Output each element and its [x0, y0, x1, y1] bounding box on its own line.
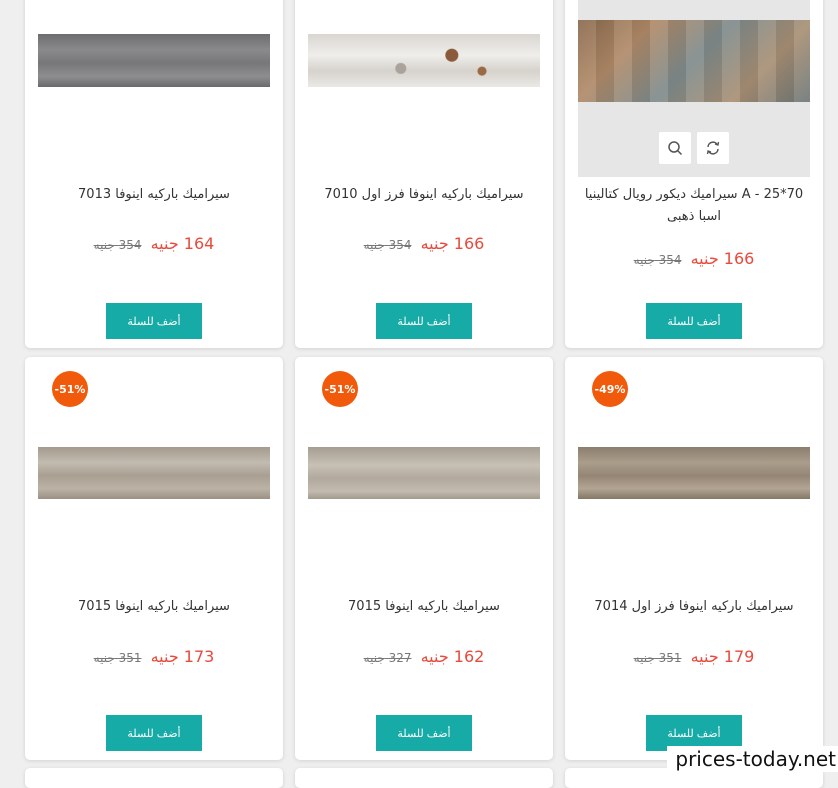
add-to-cart-button[interactable]: أضف للسلة: [106, 303, 202, 339]
product-card[interactable]: -51% 7015 سيراميك باركيه اينوفا 162 جنيه…: [295, 357, 553, 760]
product-price: 179 جنيه 351 جنيه: [565, 647, 823, 666]
product-title[interactable]: 7014 سيراميك باركيه اينوفا فرز اول: [573, 596, 815, 618]
product-image[interactable]: [38, 447, 270, 499]
product-image[interactable]: [578, 20, 810, 102]
product-price: 162 جنيه 327 جنيه: [295, 647, 553, 666]
discount-badge: -51%: [322, 371, 358, 407]
product-card[interactable]: 7010 سيراميك باركيه اينوفا فرز اول 166 ج…: [295, 0, 553, 348]
refresh-icon: [706, 141, 720, 155]
discount-badge: -51%: [52, 371, 88, 407]
product-image[interactable]: [578, 447, 810, 499]
product-title[interactable]: 7015 سيراميك باركيه اينوفا: [303, 596, 545, 618]
product-card[interactable]: -51% 7015 سيراميك باركيه اينوفا 173 جنيه…: [25, 357, 283, 760]
old-price: 351 جنيه: [633, 651, 682, 665]
product-card[interactable]: [25, 768, 283, 788]
product-image[interactable]: [38, 34, 270, 87]
old-price: 354 جنيه: [93, 238, 142, 252]
add-to-cart-button[interactable]: أضف للسلة: [376, 303, 472, 339]
product-price: 164 جنيه 354 جنيه: [25, 234, 283, 253]
current-price: 173 جنيه: [150, 647, 215, 666]
product-image[interactable]: [308, 34, 540, 87]
compare-button[interactable]: [697, 132, 729, 164]
add-to-cart-button[interactable]: أضف للسلة: [376, 715, 472, 751]
current-price: 166 جنيه: [690, 249, 755, 268]
product-image-frame: [578, 0, 810, 177]
product-card[interactable]: 7013 سيراميك باركيه اينوفا 164 جنيه 354 …: [25, 0, 283, 348]
current-price: 166 جنيه: [420, 234, 485, 253]
product-title[interactable]: 70*25 - A سيراميك ديكور رويال كتالينيا ا…: [573, 184, 815, 228]
quick-view-button[interactable]: [659, 132, 691, 164]
old-price: 351 جنيه: [93, 651, 142, 665]
discount-badge: -49%: [592, 371, 628, 407]
product-title[interactable]: 7013 سيراميك باركيه اينوفا: [33, 184, 275, 206]
current-price: 179 جنيه: [690, 647, 755, 666]
old-price: 354 جنيه: [633, 253, 682, 267]
current-price: 162 جنيه: [420, 647, 485, 666]
product-card[interactable]: [295, 768, 553, 788]
current-price: 164 جنيه: [150, 234, 215, 253]
product-card[interactable]: 70*25 - A سيراميك ديكور رويال كتالينيا ا…: [565, 0, 823, 348]
product-card[interactable]: -49% 7014 سيراميك باركيه اينوفا فرز اول …: [565, 357, 823, 760]
add-to-cart-button[interactable]: أضف للسلة: [646, 303, 742, 339]
search-icon: [668, 141, 683, 156]
add-to-cart-button[interactable]: أضف للسلة: [106, 715, 202, 751]
product-image[interactable]: [308, 447, 540, 499]
old-price: 327 جنيه: [363, 651, 412, 665]
product-title[interactable]: 7010 سيراميك باركيه اينوفا فرز اول: [303, 184, 545, 206]
product-price: 173 جنيه 351 جنيه: [25, 647, 283, 666]
site-watermark: prices-today.net: [667, 746, 838, 772]
product-title[interactable]: 7015 سيراميك باركيه اينوفا: [33, 596, 275, 618]
product-price: 166 جنيه 354 جنيه: [295, 234, 553, 253]
old-price: 354 جنيه: [363, 238, 412, 252]
product-price: 166 جنيه 354 جنيه: [565, 249, 823, 268]
